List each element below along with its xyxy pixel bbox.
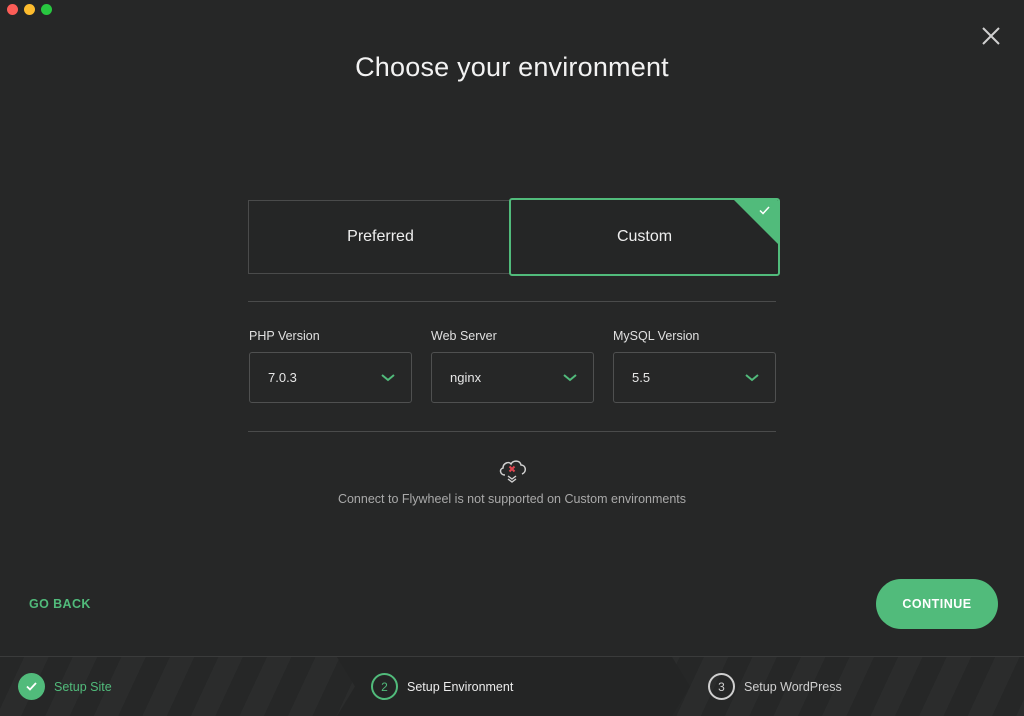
custom-option-label: Custom xyxy=(616,228,673,245)
custom-option[interactable]: Custom xyxy=(509,198,780,276)
step-setup-site: Setup Site xyxy=(18,657,112,716)
php-version-label: PHP Version xyxy=(249,329,320,343)
window-close-button[interactable] xyxy=(7,4,18,15)
progress-steps: Setup Site 2 Setup Environment 3 Setup W… xyxy=(0,656,1024,716)
flywheel-notice: Connect to Flywheel is not supported on … xyxy=(337,492,687,506)
chevron-down-icon xyxy=(381,373,395,381)
web-server-label: Web Server xyxy=(431,329,497,343)
go-back-button[interactable]: GO BACK xyxy=(29,597,91,611)
mysql-version-select[interactable]: 5.5 xyxy=(613,352,776,403)
close-icon[interactable] xyxy=(980,25,1002,47)
step-label: Setup Environment xyxy=(407,679,514,694)
step-complete-icon xyxy=(18,673,45,700)
continue-button[interactable]: CONTINUE xyxy=(876,579,998,629)
cloud-error-icon xyxy=(499,460,526,483)
environment-toggle: Preferred Custom xyxy=(248,198,780,276)
mysql-version-label: MySQL Version xyxy=(613,329,700,343)
preferred-option-label: Preferred xyxy=(347,228,414,245)
page-title: Choose your environment xyxy=(355,52,669,82)
web-server-field: Web Server nginx xyxy=(431,329,594,403)
step-setup-wordpress: 3 Setup WordPress xyxy=(708,657,842,716)
php-version-value: 7.0.3 xyxy=(268,370,297,385)
divider xyxy=(248,301,776,302)
mysql-version-field: MySQL Version 5.5 xyxy=(613,329,776,403)
step-label: Setup WordPress xyxy=(744,679,842,694)
php-version-select[interactable]: 7.0.3 xyxy=(249,352,412,403)
divider xyxy=(248,431,776,432)
window-controls xyxy=(7,4,52,15)
web-server-select[interactable]: nginx xyxy=(431,352,594,403)
chevron-down-icon xyxy=(563,373,577,381)
web-server-value: nginx xyxy=(450,370,482,385)
chevron-down-icon xyxy=(745,373,759,381)
checkmark-icon xyxy=(759,206,770,215)
preferred-option[interactable]: Preferred xyxy=(248,200,512,274)
php-version-field: PHP Version 7.0.3 xyxy=(249,329,412,403)
step-setup-environment: 2 Setup Environment xyxy=(371,657,513,716)
step-number: 3 xyxy=(708,673,735,700)
mysql-version-value: 5.5 xyxy=(632,370,651,385)
step-number: 2 xyxy=(371,673,398,700)
window-maximize-button[interactable] xyxy=(41,4,52,15)
selected-corner xyxy=(734,200,778,244)
step-label: Setup Site xyxy=(54,679,112,694)
window-minimize-button[interactable] xyxy=(24,4,35,15)
